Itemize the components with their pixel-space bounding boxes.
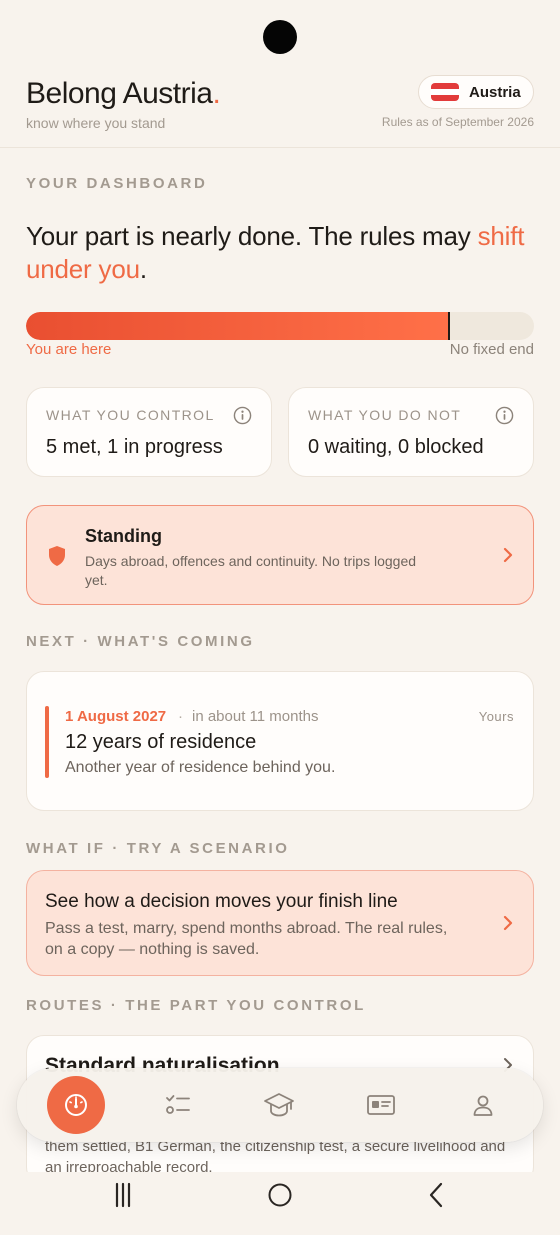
shield-icon	[49, 546, 65, 566]
home-icon[interactable]	[265, 1180, 295, 1210]
progress-fill	[26, 312, 448, 340]
stat-card-control[interactable]: WHAT YOU CONTROL 5 met, 1 in progress	[26, 387, 272, 477]
chevron-right-icon	[503, 915, 513, 931]
app-title: Belong Austria.	[26, 77, 221, 110]
recent-apps-icon[interactable]	[108, 1180, 138, 1210]
bottom-nav	[17, 1068, 543, 1142]
front-camera	[263, 20, 297, 54]
event-accent-bar	[45, 706, 49, 778]
event-separator: ·	[178, 708, 183, 725]
back-icon[interactable]	[422, 1180, 452, 1210]
app-tagline: know where you stand	[26, 115, 166, 131]
scenario-card[interactable]: See how a decision moves your finish lin…	[26, 870, 534, 976]
event-relative-time: in about 11 months	[192, 708, 319, 725]
stat-card-not-control[interactable]: WHAT YOU DO NOT 0 waiting, 0 blocked	[288, 387, 534, 477]
nav-documents[interactable]	[352, 1076, 410, 1134]
nav-dashboard[interactable]	[47, 1076, 105, 1134]
brand-dot: .	[212, 77, 221, 110]
stat-value: 5 met, 1 in progress	[46, 436, 223, 458]
rules-date: Rules as of September 2026	[381, 115, 534, 129]
checklist-icon	[166, 1095, 190, 1114]
event-date: 1 August 2027	[65, 708, 167, 725]
stat-title: WHAT YOU DO NOT	[308, 407, 462, 423]
progress-bar	[26, 312, 534, 340]
nav-learn[interactable]	[250, 1076, 308, 1134]
info-icon[interactable]	[233, 406, 252, 425]
progress-left-label: You are here	[26, 341, 112, 358]
info-icon[interactable]	[495, 406, 514, 425]
stat-title: WHAT YOU CONTROL	[46, 407, 215, 423]
country-selector[interactable]: Austria	[418, 75, 534, 109]
progress-right-label: No fixed end	[449, 341, 534, 358]
country-label: Austria	[469, 83, 521, 101]
profile-icon	[473, 1095, 493, 1116]
section-label-routes: ROUTES · THE PART YOU CONTROL	[26, 997, 366, 1014]
scenario-title: See how a decision moves your finish lin…	[45, 891, 398, 912]
standing-card[interactable]: Standing Days abroad, offences and conti…	[26, 505, 534, 605]
scenario-text: Pass a test, marry, spend months abroad.…	[45, 920, 448, 958]
graduation-cap-icon	[264, 1093, 294, 1117]
progress-marker	[448, 312, 450, 340]
dashboard-icon	[65, 1094, 87, 1116]
standing-text: Days abroad, offences and continuity. No…	[85, 553, 417, 588]
standing-title: Standing	[85, 526, 162, 546]
id-card-icon	[367, 1095, 395, 1115]
stat-value: 0 waiting, 0 blocked	[308, 436, 484, 458]
dashboard-headline: Your part is nearly done. The rules may …	[26, 221, 525, 284]
austria-flag-icon	[431, 83, 459, 101]
section-label-dashboard: YOUR DASHBOARD	[26, 175, 208, 192]
chevron-right-icon	[503, 547, 513, 563]
nav-profile[interactable]	[454, 1076, 512, 1134]
section-label-what-if: WHAT IF · TRY A SCENARIO	[26, 840, 290, 857]
next-event-card[interactable]: 1 August 2027 · in about 11 months Yours…	[26, 671, 534, 811]
event-title: 12 years of residence	[65, 731, 257, 753]
event-text: Another year of residence behind you.	[65, 759, 336, 776]
nav-checklist[interactable]	[149, 1076, 207, 1134]
app-header: Belong Austria. know where you stand Aus…	[0, 60, 560, 148]
event-owner: Yours	[478, 709, 514, 724]
section-label-next: NEXT · WHAT'S COMING	[26, 633, 255, 650]
